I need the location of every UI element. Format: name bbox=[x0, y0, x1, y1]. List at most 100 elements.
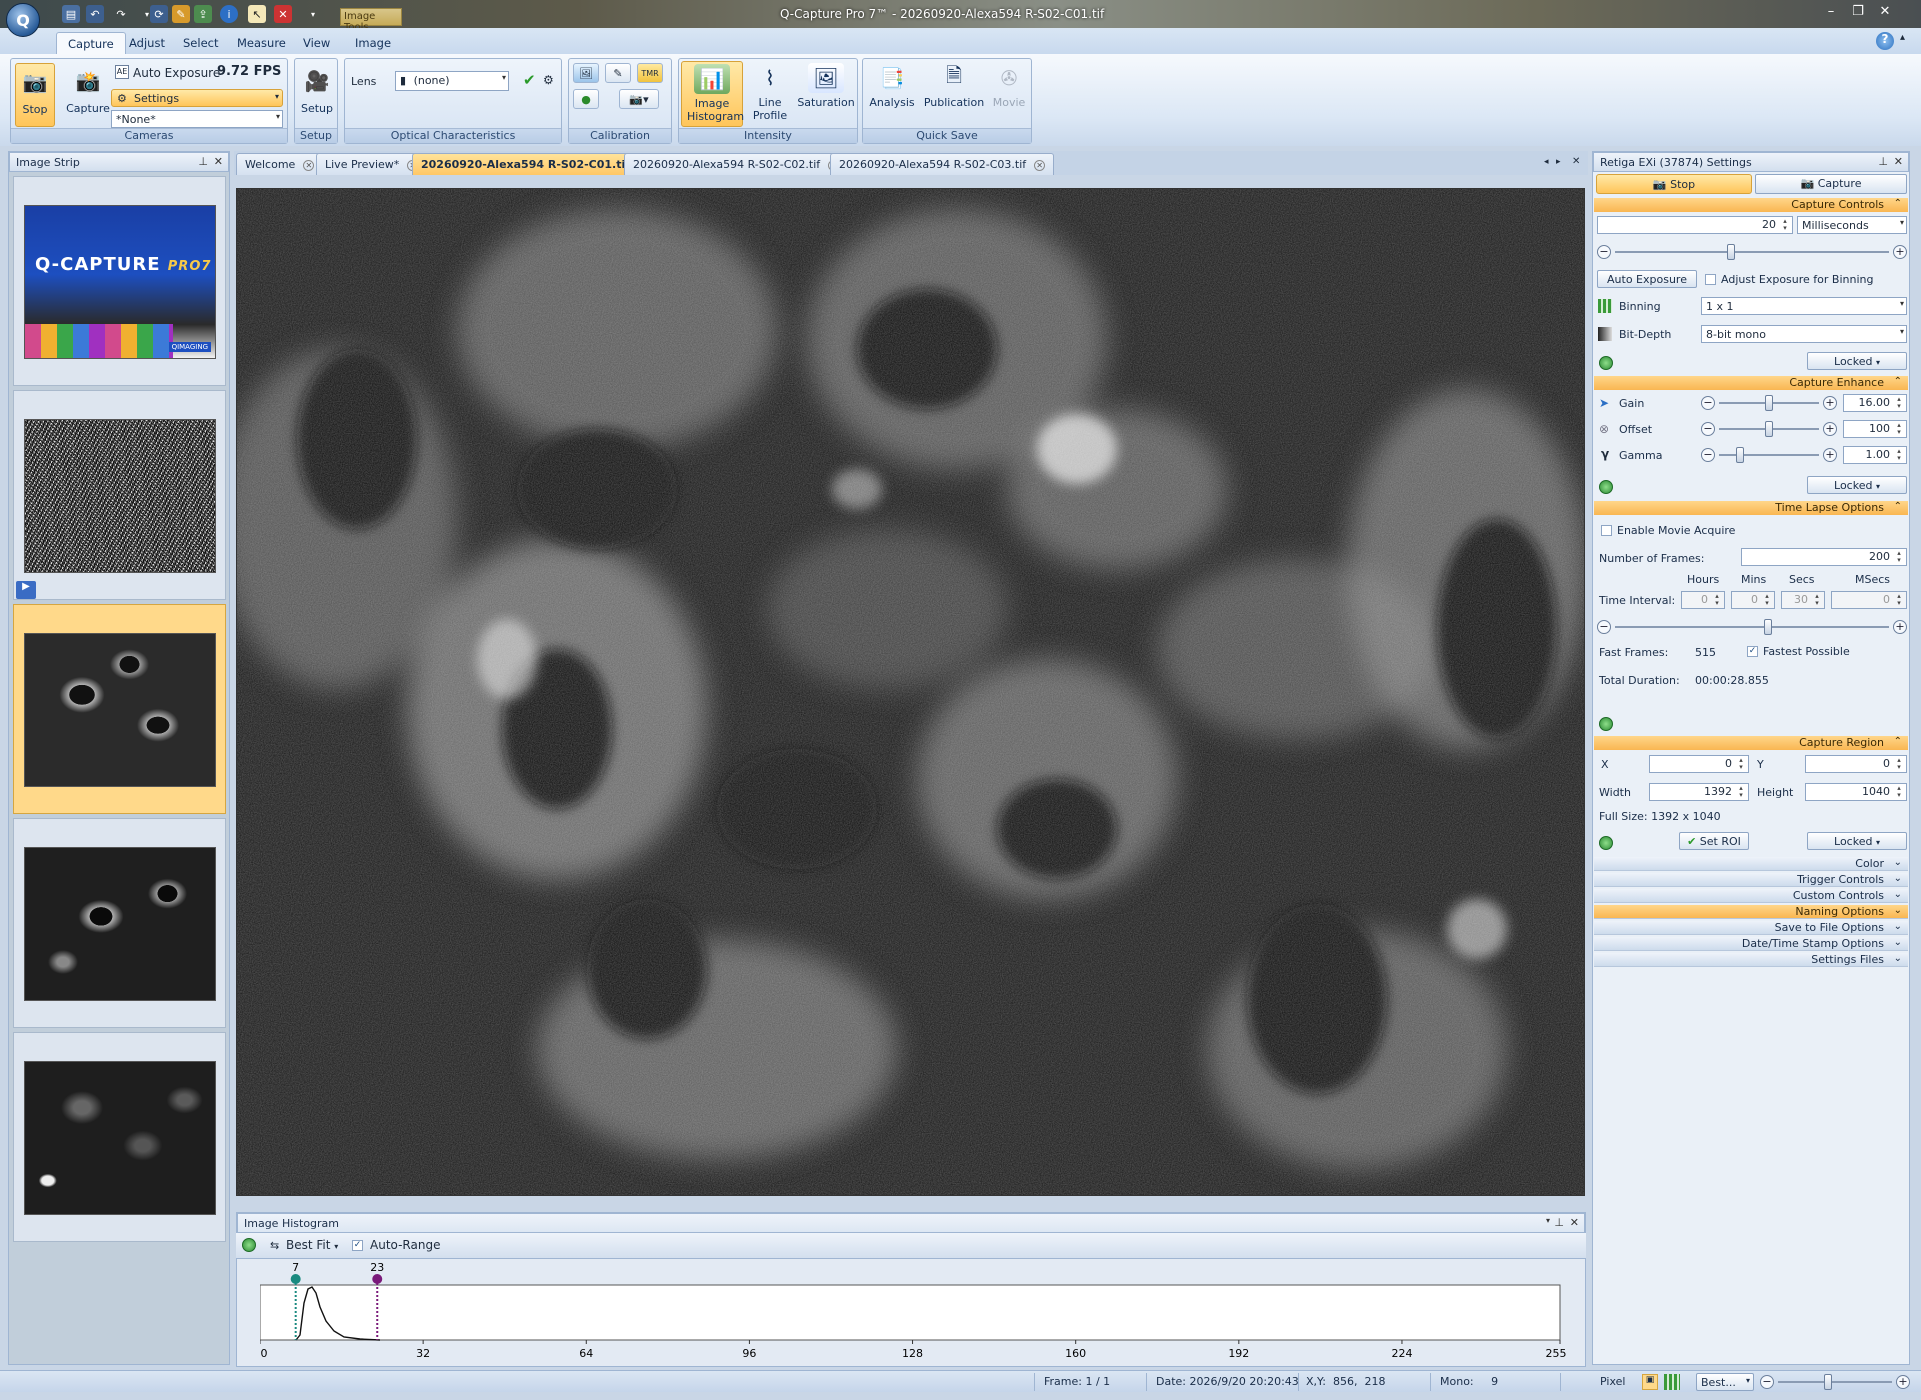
offset-input[interactable]: 100 ▴ ▾ bbox=[1843, 420, 1907, 438]
close-panel-icon[interactable]: ✕ bbox=[1570, 1216, 1579, 1229]
green-dot-icon[interactable]: ● bbox=[573, 89, 599, 109]
close-icon[interactable]: ✕ bbox=[1874, 4, 1896, 22]
customize-toolbar-icon[interactable]: ▾ bbox=[304, 5, 322, 23]
offset-slider[interactable]: − + bbox=[1701, 421, 1837, 437]
spinner-icon[interactable]: ▴ ▾ bbox=[1811, 593, 1823, 607]
spinner-icon[interactable]: ▴ ▾ bbox=[1893, 396, 1905, 410]
fastest-possible-checkbox[interactable]: ✓ bbox=[1747, 646, 1758, 657]
tag-icon[interactable]: ✎ bbox=[172, 5, 190, 23]
timer-icon[interactable]: TMR bbox=[637, 63, 663, 83]
analysis-button[interactable]: 📑 Analysis bbox=[865, 61, 919, 127]
enable-movie-checkbox[interactable] bbox=[1601, 525, 1612, 536]
tab-measure[interactable]: Measure bbox=[226, 32, 297, 54]
settings-dropdown[interactable]: ⚙ Settings ▾ bbox=[111, 89, 283, 107]
best-fit-button[interactable]: Best Fit ▾ bbox=[286, 1238, 338, 1252]
calibrate-icon[interactable]: 🖼 bbox=[573, 63, 599, 83]
color-section[interactable]: Color ⌄ bbox=[1594, 857, 1908, 871]
spinner-icon[interactable]: ▴ ▾ bbox=[1893, 550, 1905, 564]
gamma-input[interactable]: 1.00 ▴ ▾ bbox=[1843, 446, 1907, 464]
scroll-tabs-left-icon[interactable]: ◂ bbox=[1544, 157, 1549, 167]
tab-view[interactable]: View bbox=[292, 32, 341, 54]
y-input[interactable]: 0 ▴ ▾ bbox=[1805, 755, 1907, 773]
thumbnail-welcome[interactable]: Q-CAPTURE PRO7 QIMAGING bbox=[13, 176, 226, 386]
slider-thumb[interactable] bbox=[1765, 395, 1773, 411]
spinner-icon[interactable]: ▴ ▾ bbox=[1735, 757, 1747, 771]
x-input[interactable]: 0 ▴ ▾ bbox=[1649, 755, 1749, 773]
slider-thumb[interactable] bbox=[1735, 447, 1744, 463]
publication-button[interactable]: 🗎 Publication bbox=[921, 61, 987, 127]
locked-dropdown[interactable]: Locked ▾ bbox=[1807, 832, 1907, 850]
thumbnail-c01[interactable] bbox=[13, 604, 226, 814]
image-histogram-button[interactable]: 📊 Image Histogram bbox=[681, 61, 744, 127]
doc-tab-c03[interactable]: 20260920-Alexa594 R-S02-C03.tif ✕ bbox=[830, 153, 1055, 175]
capture-region-header[interactable]: Capture Region ⌃ bbox=[1594, 736, 1908, 750]
exposure-input[interactable]: 20 ▴ ▾ bbox=[1597, 216, 1793, 234]
capture-button[interactable]: 📸 Capture bbox=[61, 63, 115, 127]
set-roi-button[interactable]: ✔ Set ROI bbox=[1679, 832, 1749, 850]
tab-capture[interactable]: Capture bbox=[56, 32, 126, 54]
refresh-histogram-icon[interactable] bbox=[242, 1238, 256, 1252]
tab-image[interactable]: Image bbox=[344, 32, 402, 54]
image-viewer[interactable] bbox=[236, 188, 1585, 1196]
spinner-icon[interactable]: ▴ ▾ bbox=[1893, 448, 1905, 462]
stop-button[interactable]: 📷 Stop bbox=[15, 63, 55, 127]
adjust-binning-checkbox[interactable] bbox=[1705, 274, 1716, 285]
slider-thumb[interactable] bbox=[1726, 244, 1735, 260]
gain-slider[interactable]: − + bbox=[1701, 395, 1837, 411]
pixel-unit-label[interactable]: Pixel bbox=[1600, 1375, 1625, 1388]
close-panel-icon[interactable]: ✕ bbox=[1894, 155, 1903, 168]
refresh-time-lapse-icon[interactable] bbox=[1599, 717, 1613, 731]
refresh-icon[interactable]: ⟳ bbox=[150, 5, 168, 23]
auto-exposure-button[interactable]: Auto Exposure bbox=[1597, 270, 1697, 288]
camera-calibrate-dropdown[interactable]: 📷▾ bbox=[619, 89, 659, 109]
undo-icon[interactable]: ↶ bbox=[86, 5, 104, 23]
pointer-icon[interactable]: ↖ bbox=[248, 5, 266, 23]
help-icon[interactable]: ? bbox=[1876, 32, 1894, 50]
zoom-dropdown[interactable]: Best... ▾ bbox=[1696, 1373, 1754, 1391]
save-to-file-section[interactable]: Save to File Options ⌄ bbox=[1594, 921, 1908, 935]
locked-dropdown[interactable]: Locked ▾ bbox=[1807, 352, 1907, 370]
locked-dropdown[interactable]: Locked ▾ bbox=[1807, 476, 1907, 494]
close-tab-icon[interactable]: ✕ bbox=[1034, 160, 1046, 171]
histogram-low-marker-handle[interactable] bbox=[290, 1274, 301, 1284]
tab-select[interactable]: Select bbox=[172, 32, 229, 54]
spinner-icon[interactable]: ▴ ▾ bbox=[1893, 757, 1905, 771]
chevron-down-icon[interactable]: ▾ bbox=[1546, 1216, 1550, 1225]
lens-dropdown[interactable]: ▮ (none) ▾ bbox=[395, 71, 509, 91]
close-document-icon[interactable]: ✕ bbox=[1572, 156, 1580, 167]
thumbnail-c02[interactable] bbox=[13, 818, 226, 1028]
spinner-icon[interactable]: ▴ ▾ bbox=[1711, 593, 1723, 607]
msecs-input[interactable]: 0 ▴ ▾ bbox=[1831, 591, 1907, 609]
info-icon[interactable]: i bbox=[220, 5, 238, 23]
custom-controls-section[interactable]: Custom Controls ⌄ bbox=[1594, 889, 1908, 903]
doc-tab-c02[interactable]: 20260920-Alexa594 R-S02-C02.tif✕ bbox=[624, 153, 849, 175]
refresh-region-icon[interactable] bbox=[1599, 836, 1613, 850]
height-input[interactable]: 1040 ▴ ▾ bbox=[1805, 783, 1907, 801]
width-input[interactable]: 1392 ▴ ▾ bbox=[1649, 783, 1749, 801]
tab-adjust[interactable]: Adjust bbox=[118, 32, 176, 54]
histogram-high-marker-handle[interactable] bbox=[372, 1274, 383, 1284]
close-panel-icon[interactable]: ✕ bbox=[214, 155, 223, 168]
interval-slider[interactable]: − + bbox=[1597, 619, 1907, 635]
slider-thumb[interactable] bbox=[1824, 1374, 1832, 1390]
stop-tab[interactable]: 📷 Stop bbox=[1596, 174, 1752, 194]
application-menu-button[interactable]: Q bbox=[6, 3, 40, 37]
secs-input[interactable]: 30 ▴ ▾ bbox=[1781, 591, 1825, 609]
date-time-stamp-section[interactable]: Date/Time Stamp Options ⌄ bbox=[1594, 937, 1908, 951]
spinner-icon[interactable]: ▴ ▾ bbox=[1761, 593, 1773, 607]
pin-icon[interactable]: ⊥ bbox=[1878, 155, 1888, 168]
cancel-icon[interactable]: ✕ bbox=[274, 5, 292, 23]
grid-view-icon[interactable] bbox=[1664, 1374, 1680, 1390]
brush-calibrate-icon[interactable]: ✎ bbox=[605, 63, 631, 83]
frames-input[interactable]: 200 ▴ ▾ bbox=[1741, 548, 1907, 566]
export-icon[interactable]: ⇪ bbox=[194, 5, 212, 23]
capture-tab[interactable]: 📷 Capture bbox=[1755, 174, 1907, 194]
redo-icon[interactable]: ↷ bbox=[112, 5, 130, 23]
pin-icon[interactable]: ⊥ bbox=[1554, 1216, 1564, 1229]
gamma-slider[interactable]: − + bbox=[1701, 447, 1837, 463]
pin-icon[interactable]: ⊥ bbox=[198, 155, 208, 168]
close-tab-icon[interactable]: ✕ bbox=[303, 160, 315, 171]
ribbon-minimize-icon[interactable]: ▴ bbox=[1900, 32, 1905, 43]
spinner-icon[interactable]: ▴ ▾ bbox=[1893, 785, 1905, 799]
hours-input[interactable]: 0 ▴ ▾ bbox=[1681, 591, 1725, 609]
